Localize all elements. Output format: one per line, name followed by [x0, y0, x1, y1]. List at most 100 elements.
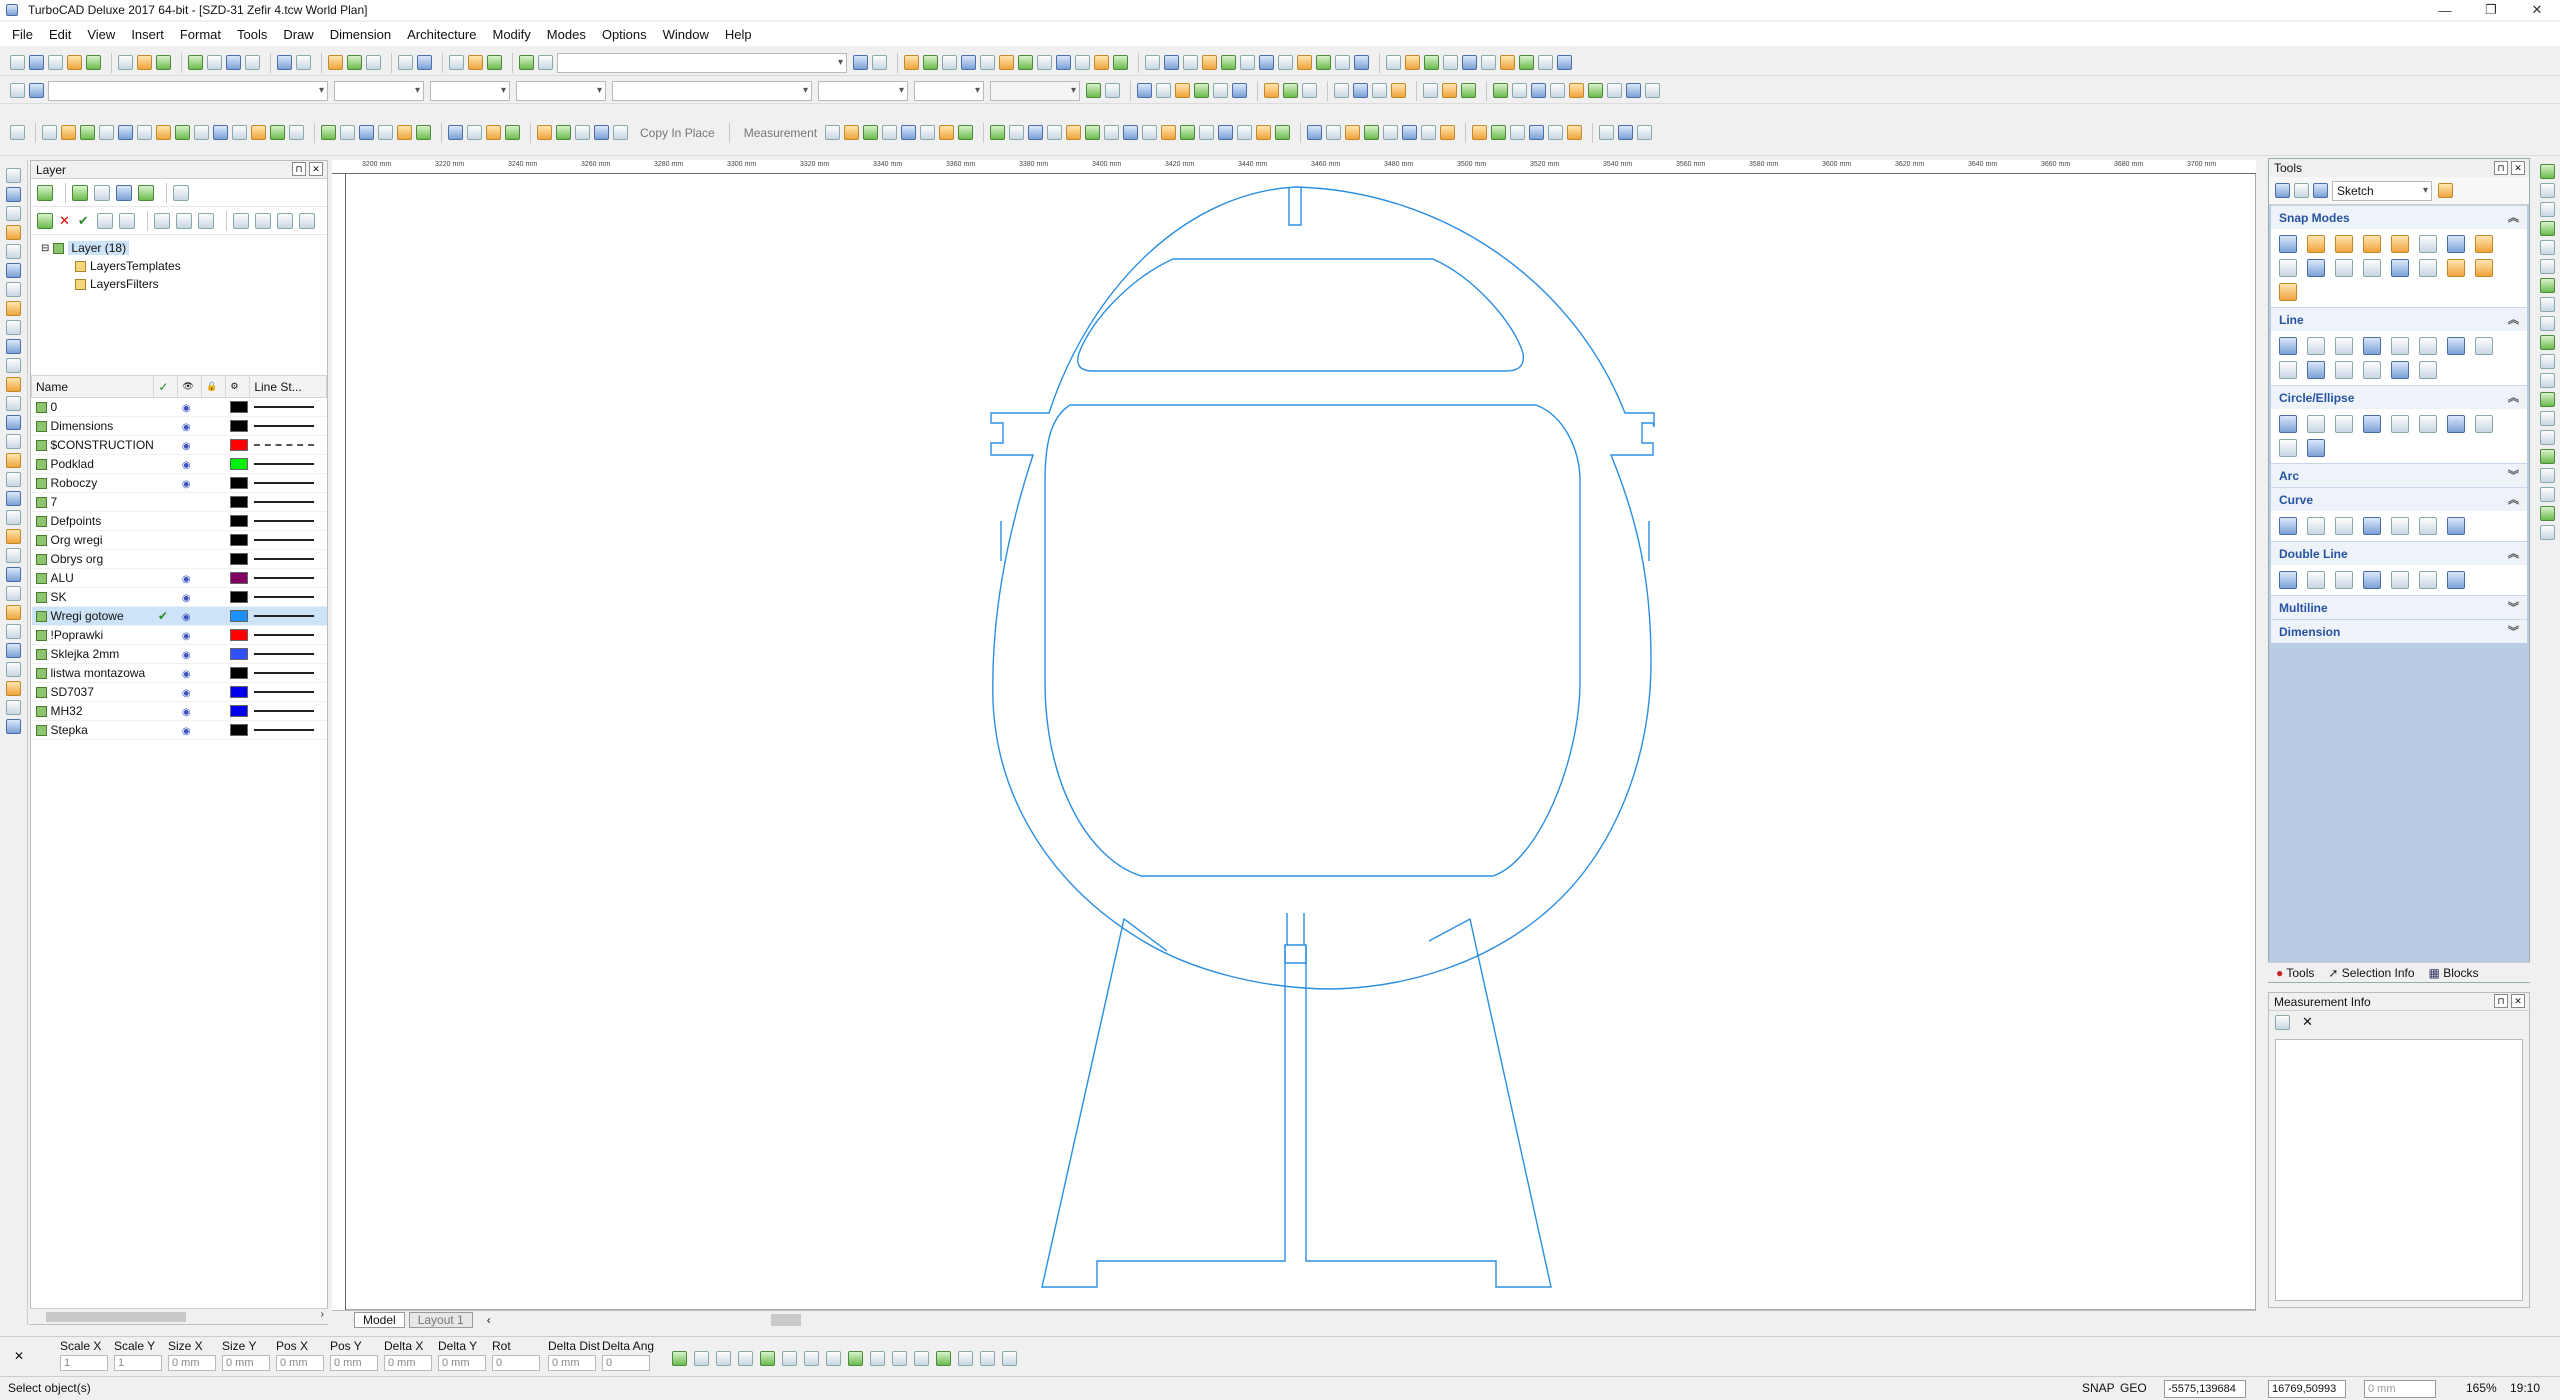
col-props[interactable]: ⚙: [225, 375, 251, 398]
close-button[interactable]: ✕: [2514, 0, 2560, 20]
view-tool-icon[interactable]: [2539, 202, 2555, 217]
layer-lock-cell[interactable]: [201, 720, 226, 740]
tab-layout-1[interactable]: Layout 1: [408, 1311, 473, 1328]
col-name[interactable]: Name: [30, 375, 155, 398]
set-active-icon[interactable]: ✔: [78, 213, 89, 229]
toolbar-icon[interactable]: [156, 55, 171, 70]
layer-line-style-cell[interactable]: [249, 549, 327, 569]
palette-icon[interactable]: [2294, 183, 2309, 198]
inspector-tool-icon[interactable]: [870, 1351, 885, 1366]
toolbar-icon[interactable]: [1443, 55, 1458, 70]
tool-section-header[interactable]: Arc ︾: [2271, 463, 2527, 487]
eye-icon[interactable]: [197, 212, 214, 229]
tab-blocks[interactable]: ▦ Blocks: [2429, 966, 2479, 980]
toolbar-icon[interactable]: [1302, 83, 1317, 98]
toolbar-icon[interactable]: [872, 55, 887, 70]
tool-icon[interactable]: [2363, 571, 2381, 589]
tool-icon[interactable]: [2307, 415, 2325, 433]
tool-section-header[interactable]: Line ︽: [2271, 307, 2527, 331]
layer-row[interactable]: Dimensions ◉: [31, 416, 327, 436]
drawing-canvas[interactable]: [332, 160, 2256, 1310]
tool-icon[interactable]: [2391, 235, 2409, 253]
layer-row[interactable]: SK ◉: [31, 587, 327, 607]
toolbar-icon[interactable]: [1240, 55, 1255, 70]
layer-lock-cell[interactable]: [201, 701, 226, 721]
toolbar-icon[interactable]: [1142, 125, 1158, 140]
toolbar-icon[interactable]: [519, 55, 534, 70]
draw-tool-icon[interactable]: [6, 605, 21, 620]
toolbar-icon[interactable]: [10, 125, 25, 140]
toolbar-icon[interactable]: [1440, 125, 1456, 140]
toolbar-icon[interactable]: [882, 125, 898, 140]
layer-color-cell[interactable]: [225, 530, 250, 550]
toolbar-icon[interactable]: [1372, 83, 1387, 98]
toolbar-icon[interactable]: [366, 55, 381, 70]
menu-modify[interactable]: Modify: [493, 27, 531, 42]
draw-tool-icon[interactable]: [6, 301, 21, 316]
draw-tool-icon[interactable]: [6, 548, 21, 563]
toolbar-icon[interactable]: [1213, 83, 1228, 98]
toolbar-icon[interactable]: [1405, 55, 1420, 70]
layer-lock-cell[interactable]: [201, 549, 226, 569]
tool-icon[interactable]: [2363, 415, 2381, 433]
layer-active-cell[interactable]: [153, 511, 178, 531]
toolbar-icon[interactable]: [999, 55, 1014, 70]
layer-row[interactable]: Org wregi: [31, 530, 327, 550]
layer-active-cell[interactable]: [153, 663, 178, 683]
layer-row[interactable]: !Poprawki ◉: [31, 625, 327, 645]
layer-line-style-cell[interactable]: [249, 625, 327, 645]
draw-tool-icon[interactable]: [6, 206, 21, 221]
toolbar-icon[interactable]: [194, 125, 209, 140]
toolbar-icon[interactable]: [29, 55, 44, 70]
close-icon[interactable]: ✕: [2511, 161, 2525, 175]
view-tool-icon[interactable]: [2539, 430, 2555, 445]
tool-icon[interactable]: [2475, 259, 2493, 277]
layer-tool-icon[interactable]: [116, 184, 132, 201]
refresh-icon[interactable]: [173, 184, 189, 201]
toolbar-icon[interactable]: [10, 55, 25, 70]
toolbar-icon[interactable]: [1637, 125, 1653, 140]
inspector-field[interactable]: 0 mm: [276, 1355, 324, 1371]
toolbar-icon[interactable]: [1028, 125, 1044, 140]
layer-color-cell[interactable]: [225, 606, 250, 626]
layer-visible-cell[interactable]: [177, 530, 202, 550]
draw-tool-icon[interactable]: [6, 377, 21, 392]
draw-tool-icon[interactable]: [6, 339, 21, 354]
layer-line-style-cell[interactable]: [249, 720, 327, 740]
palette-dropdown[interactable]: Sketch: [2332, 180, 2432, 201]
layer-tool-icon[interactable]: [232, 212, 249, 229]
layer-lock-cell[interactable]: [201, 663, 226, 683]
view-tool-icon[interactable]: [2539, 506, 2555, 521]
toolbar-icon[interactable]: [1500, 55, 1515, 70]
view-tool-icon[interactable]: [2539, 278, 2555, 293]
layer-lock-cell[interactable]: [201, 492, 226, 512]
layer-row[interactable]: SD7037 ◉: [31, 682, 327, 702]
tree-root[interactable]: ⊟ Layer (18): [41, 239, 317, 257]
layer-color-swatch[interactable]: [229, 667, 248, 679]
layer-active-cell[interactable]: [153, 435, 178, 455]
restore-button[interactable]: ❐: [2468, 0, 2514, 20]
tool-icon[interactable]: [2475, 337, 2493, 355]
inspector-field[interactable]: 0 mm: [548, 1355, 596, 1371]
toolbar-icon[interactable]: [42, 125, 57, 140]
toolbar-icon[interactable]: [251, 125, 266, 140]
toolbar-icon[interactable]: [1145, 55, 1160, 70]
table-icon[interactable]: [2275, 1014, 2290, 1030]
layer-row[interactable]: Podklad ◉: [31, 454, 327, 474]
layer-lock-cell[interactable]: [201, 473, 226, 493]
layer-active-cell[interactable]: [153, 454, 178, 474]
canvas-scroll-thumb[interactable]: [770, 1313, 801, 1326]
layer-color-swatch[interactable]: [229, 686, 248, 698]
toolbar-icon[interactable]: [61, 125, 76, 140]
view-tool-icon[interactable]: [2539, 316, 2555, 331]
view-tool-icon[interactable]: [2539, 411, 2555, 426]
layer-visible-cell[interactable]: ◉: [177, 454, 202, 474]
toolbar-icon[interactable]: [10, 83, 25, 98]
view-tool-icon[interactable]: [2539, 392, 2555, 407]
layer-visible-cell[interactable]: ◉: [177, 625, 202, 645]
tool-icon[interactable]: [2279, 235, 2297, 253]
toolbar-icon[interactable]: [1199, 125, 1215, 140]
layer-row[interactable]: 0 ◉: [31, 397, 327, 417]
toolbar-icon[interactable]: [863, 125, 879, 140]
menu-insert[interactable]: Insert: [131, 27, 164, 42]
